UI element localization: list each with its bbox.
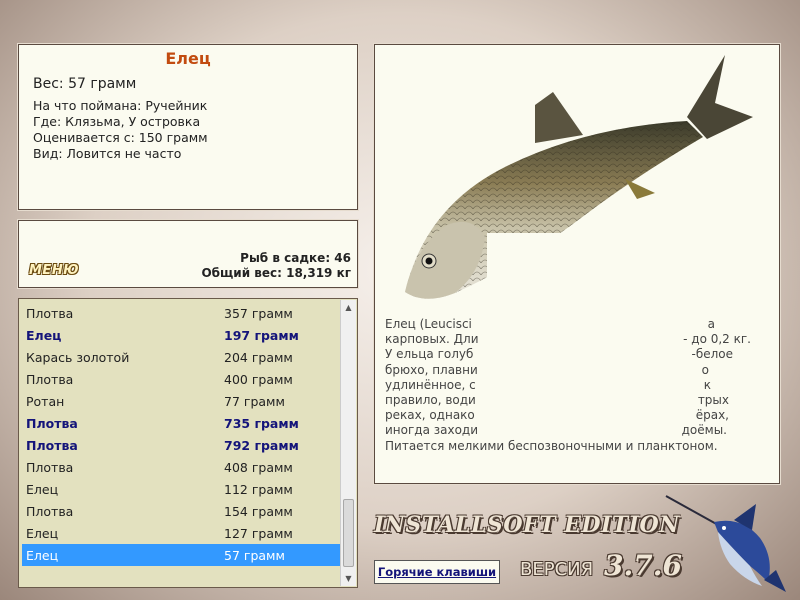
desc-line: карповых. Дли <box>385 332 479 347</box>
list-item[interactable]: Плотва 735 грамм <box>22 412 340 434</box>
list-item[interactable]: Елец 197 грамм <box>22 324 340 346</box>
list-item[interactable]: Плотва 400 грамм <box>22 368 340 390</box>
desc-line: У ельца голуб <box>385 347 474 362</box>
scrollbar[interactable]: ▲ ▼ <box>340 300 356 586</box>
list-item-weight: 112 грамм <box>224 481 293 497</box>
fish-name-title: Елец <box>165 49 211 68</box>
list-item-fish: Плотва <box>26 459 74 475</box>
list-item[interactable]: Плотва 154 грамм <box>22 500 340 522</box>
list-item-fish: Плотва <box>26 305 74 321</box>
desc-line: брюхо, плавни <box>385 362 478 377</box>
list-item[interactable]: Елец 57 грамм <box>22 544 340 566</box>
desc-line: Елец (Leucisci <box>385 317 472 331</box>
desc-fragment: трых <box>697 393 729 408</box>
list-item[interactable]: Карась золотой 204 грамм <box>22 346 340 368</box>
caught-where: Где: Клязьма, У островка <box>33 114 201 129</box>
fish-info-panel: Елец Вес: 57 грамм На что поймана: Ручей… <box>17 43 359 211</box>
list-item-weight: 357 грамм <box>224 305 293 321</box>
cage-stats: Рыб в садке: 46 Общий вес: 18,319 кг <box>201 251 351 281</box>
fish-description-panel: Елец (Leucisci а карповых. Дли - до 0,2 кг… <box>373 43 781 485</box>
fish-in-cage: Рыб в садке: 46 <box>240 251 351 265</box>
fish-weight: Вес: 57 грамм <box>33 76 137 92</box>
list-item-weight: 735 грамм <box>224 415 299 431</box>
caught-with: На что поймана: Ручейник <box>33 98 208 113</box>
desc-fragment: а <box>707 317 715 331</box>
total-weight: Общий вес: 18,319 кг <box>201 266 351 280</box>
list-item-weight: 197 грамм <box>224 327 299 343</box>
desc-fragment: ёрах, <box>695 408 729 423</box>
fish-image <box>405 55 775 309</box>
menu-button[interactable]: МЕНЮ <box>29 263 79 278</box>
list-item-fish: Плотва <box>26 415 78 431</box>
species-rarity: Вид: Ловится не часто <box>33 146 182 161</box>
list-item[interactable]: Плотва 792 грамм <box>22 434 340 456</box>
desc-line: Питается мелкими беспозвоночными и планк… <box>385 438 718 453</box>
desc-fragment: к <box>703 377 711 392</box>
desc-fragment: - до 0,2 кг. <box>683 332 751 347</box>
list-item-weight: 154 грамм <box>224 503 293 519</box>
desc-fragment: о <box>701 362 709 377</box>
desc-line: реках, однако <box>385 408 475 423</box>
list-item-fish: Елец <box>26 525 59 541</box>
rated-from: Оценивается с: 150 грамм <box>33 130 208 145</box>
list-item-weight: 204 грамм <box>224 349 293 365</box>
list-item-weight: 792 грамм <box>224 437 299 453</box>
desc-line: удлинённое, с <box>385 377 476 392</box>
list-item-fish: Елец <box>26 327 62 343</box>
list-item-fish: Плотва <box>26 371 74 387</box>
list-item-fish: Карась золотой <box>26 349 130 365</box>
desc-line: иногда заходи <box>385 423 479 438</box>
status-panel: МЕНЮ Рыб в садке: 46 Общий вес: 18,319 к… <box>17 219 359 289</box>
list-item-fish: Плотва <box>26 503 74 519</box>
catch-list[interactable]: Плотва 357 грамм Елец 197 грамм Карась золот… <box>18 298 358 588</box>
desc-line: правило, води <box>385 393 476 408</box>
scroll-down-icon[interactable]: ▼ <box>341 571 356 586</box>
hotkeys-button[interactable]: Горячие клавиши <box>374 560 500 584</box>
desc-fragment: доёмы. <box>681 423 727 438</box>
list-item-fish: Елец <box>26 481 59 497</box>
marlin-logo-icon <box>665 495 786 592</box>
fish-description: Елец (Leucisci а карповых. Дли - до 0,2 кг… <box>385 317 775 454</box>
fish-details: На что поймана: Ручейник Где: Клязьма, У… <box>33 98 357 162</box>
list-item-fish: Плотва <box>26 437 78 453</box>
scrollbar-thumb[interactable] <box>343 499 354 567</box>
list-item-fish: Ротан <box>26 393 65 409</box>
list-item[interactable]: Елец 127 грамм <box>22 522 340 544</box>
list-item-fish: Елец <box>26 547 59 563</box>
version-label: ВЕРСИЯ <box>520 559 594 580</box>
list-item[interactable]: Ротан 77 грамм <box>22 390 340 412</box>
scroll-up-icon[interactable]: ▲ <box>341 300 356 315</box>
list-item-weight: 408 грамм <box>224 459 293 475</box>
list-item-weight: 57 грамм <box>224 547 285 563</box>
desc-fragment: -белое <box>691 347 733 362</box>
list-item-weight: 400 грамм <box>224 371 293 387</box>
list-item-weight: 77 грамм <box>224 393 285 409</box>
list-item[interactable]: Плотва 408 грамм <box>22 456 340 478</box>
edition-banner: INSTALLSOFT EDITION <box>374 512 680 538</box>
list-item-weight: 127 грамм <box>224 525 293 541</box>
list-item[interactable]: Елец 112 грамм <box>22 478 340 500</box>
list-item[interactable]: Плотва 357 грамм <box>22 302 340 324</box>
